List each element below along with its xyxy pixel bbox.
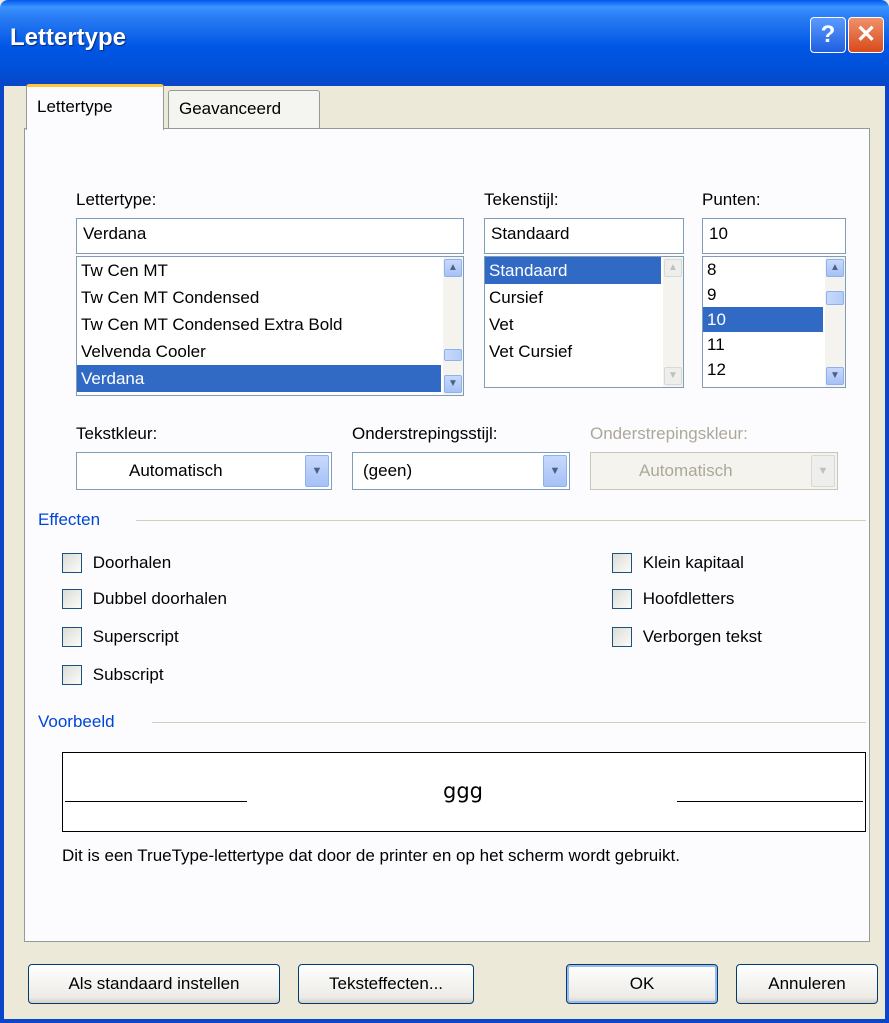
checkbox-doorhalen[interactable]: Doorhalen bbox=[62, 552, 171, 573]
preview-sample: ggg bbox=[443, 779, 483, 803]
scroll-down-icon: ▼ bbox=[664, 367, 682, 385]
size-list-item[interactable]: 9 bbox=[703, 282, 823, 307]
scroll-down-icon[interactable]: ▼ bbox=[826, 367, 844, 385]
size-list-item[interactable]: 8 bbox=[703, 257, 823, 282]
scroll-up-icon[interactable]: ▲ bbox=[826, 259, 844, 277]
size-list-item[interactable]: 12 bbox=[703, 357, 823, 382]
checkbox-hoofdletters[interactable]: Hoofdletters bbox=[612, 588, 734, 609]
style-list[interactable]: Standaard Cursief Vet Vet Cursief ▲ ▼ bbox=[484, 256, 684, 388]
size-list[interactable]: 8 9 10 11 12 ▲ ▼ bbox=[702, 256, 846, 388]
tab-geavanceerd[interactable]: Geavanceerd bbox=[168, 90, 320, 130]
tab-lettertype[interactable]: Lettertype bbox=[26, 84, 164, 130]
checkbox-subscript[interactable]: Subscript bbox=[62, 664, 164, 685]
color-label: Tekstkleur: bbox=[76, 424, 158, 443]
preview-box: ggg bbox=[62, 752, 866, 832]
style-list-item[interactable]: Cursief bbox=[485, 284, 661, 311]
tab-geavanceerd-label: Geavanceerd bbox=[179, 99, 282, 118]
underline-color-select: Automatisch ▼ bbox=[590, 452, 838, 490]
chevron-down-icon[interactable]: ▼ bbox=[305, 455, 329, 487]
effects-divider bbox=[136, 520, 866, 521]
checkbox-label: Hoofdletters bbox=[642, 588, 735, 608]
font-list-item[interactable]: Tw Cen MT bbox=[77, 257, 441, 284]
checkbox-label: Superscript bbox=[92, 626, 179, 646]
style-list-scrollbar: ▲ ▼ bbox=[663, 257, 683, 387]
size-label: Punten: bbox=[702, 190, 761, 209]
preview-baseline-right bbox=[677, 801, 863, 802]
preview-divider bbox=[152, 722, 866, 723]
checkbox-label: Klein kapitaal bbox=[642, 552, 744, 572]
ok-button[interactable]: OK bbox=[566, 964, 718, 1004]
font-list-item-selected[interactable]: Verdana bbox=[77, 365, 441, 392]
style-list-item[interactable]: Vet Cursief bbox=[485, 338, 661, 365]
style-list-item-selected[interactable]: Standaard bbox=[485, 257, 661, 284]
set-default-button[interactable]: Als standaard instellen bbox=[28, 964, 280, 1004]
font-list-scrollbar[interactable]: ▲ ▼ bbox=[443, 257, 463, 395]
close-icon[interactable]: ✕ bbox=[848, 17, 884, 53]
checkbox-label: Verborgen tekst bbox=[642, 626, 762, 646]
font-list-item[interactable]: Velvenda Cooler bbox=[77, 338, 441, 365]
help-icon[interactable]: ? bbox=[810, 17, 846, 53]
scroll-up-icon: ▲ bbox=[664, 259, 682, 277]
checkbox-label: Dubbel doorhalen bbox=[92, 588, 227, 608]
style-input[interactable]: Standaard bbox=[484, 218, 684, 254]
checkbox-label: Doorhalen bbox=[92, 552, 172, 572]
scroll-down-icon[interactable]: ▼ bbox=[444, 375, 462, 393]
size-list-item[interactable]: 11 bbox=[703, 332, 823, 357]
checkbox-box[interactable] bbox=[62, 664, 82, 685]
chevron-down-icon[interactable]: ▼ bbox=[543, 455, 567, 487]
checkbox-box[interactable] bbox=[62, 552, 82, 573]
color-select[interactable]: Automatisch ▼ bbox=[76, 452, 332, 490]
font-list-item[interactable]: Tw Cen MT Condensed Extra Bold bbox=[77, 311, 441, 338]
style-label: Tekenstijl: bbox=[484, 190, 559, 209]
checkbox-box[interactable] bbox=[612, 626, 632, 647]
checkbox-box[interactable] bbox=[62, 626, 82, 647]
scroll-up-icon[interactable]: ▲ bbox=[444, 259, 462, 277]
window-title: Lettertype bbox=[10, 24, 127, 51]
font-label: Lettertype: bbox=[76, 190, 157, 209]
underline-style-label: Onderstrepingsstijl: bbox=[352, 424, 498, 443]
preview-heading: Voorbeeld bbox=[38, 712, 115, 731]
scroll-thumb[interactable] bbox=[826, 291, 844, 305]
style-list-item[interactable]: Vet bbox=[485, 311, 661, 338]
chevron-down-icon: ▼ bbox=[811, 455, 835, 487]
checkbox-dubbel-doorhalen[interactable]: Dubbel doorhalen bbox=[62, 588, 227, 609]
checkbox-klein-kapitaal[interactable]: Klein kapitaal bbox=[612, 552, 744, 573]
tab-lettertype-label: Lettertype bbox=[37, 97, 113, 116]
preview-note: Dit is een TrueType-lettertype dat door … bbox=[62, 846, 680, 865]
underline-color-value: Automatisch bbox=[639, 461, 733, 480]
underline-color-label: Onderstrepingskleur: bbox=[590, 424, 748, 443]
size-input[interactable]: 10 bbox=[702, 218, 846, 254]
font-input[interactable]: Verdana bbox=[76, 218, 464, 254]
cancel-button[interactable]: Annuleren bbox=[736, 964, 878, 1004]
size-list-scrollbar[interactable]: ▲ ▼ bbox=[825, 257, 845, 387]
checkbox-box[interactable] bbox=[612, 588, 632, 609]
preview-baseline-left bbox=[65, 801, 247, 802]
font-list-item[interactable]: Tw Cen MT Condensed bbox=[77, 284, 441, 311]
scroll-thumb[interactable] bbox=[444, 349, 462, 361]
text-effects-button[interactable]: Teksteffecten... bbox=[298, 964, 474, 1004]
checkbox-superscript[interactable]: Superscript bbox=[62, 626, 179, 647]
effects-heading: Effecten bbox=[38, 510, 101, 529]
underline-style-select[interactable]: (geen) ▼ bbox=[352, 452, 570, 490]
checkbox-verborgen-tekst[interactable]: Verborgen tekst bbox=[612, 626, 762, 647]
font-list[interactable]: Tw Cen MT Tw Cen MT Condensed Tw Cen MT … bbox=[76, 256, 464, 396]
size-list-item-selected[interactable]: 10 bbox=[703, 307, 823, 332]
checkbox-box[interactable] bbox=[612, 552, 632, 573]
underline-style-value: (geen) bbox=[363, 461, 413, 480]
checkbox-box[interactable] bbox=[62, 588, 82, 609]
checkbox-label: Subscript bbox=[92, 664, 164, 684]
title-bar[interactable] bbox=[0, 0, 889, 86]
color-select-value: Automatisch bbox=[129, 461, 223, 480]
